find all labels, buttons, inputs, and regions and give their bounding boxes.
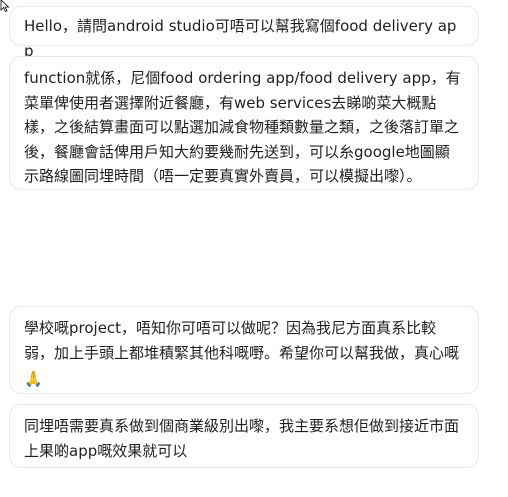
message-text: 學校嘅project，唔知你可唔可以做呢？因為我尼方面真系比較弱，加上手頭上都堆… <box>24 319 460 362</box>
folded-hands-emoji: 🙏 <box>24 370 43 388</box>
chat-message: 學校嘅project，唔知你可唔可以做呢？因為我尼方面真系比較弱，加上手頭上都堆… <box>9 306 479 394</box>
chat-message: 同埋唔需要真系做到個商業級別出嚟，我主要系想佢做到接近市面上果啲app嘅效果就可… <box>9 404 479 468</box>
chat-message: Hello，請問android studio可唔可以幫我寫個food deliv… <box>9 6 479 60</box>
chat-message: function就係，尼個food ordering app/food deli… <box>9 56 479 190</box>
message-text: Hello，請問android studio可唔可以幫我寫個food deliv… <box>24 17 457 60</box>
message-text: 同埋唔需要真系做到個商業級別出嚟，我主要系想佢做到接近市面上果啲app嘅效果就可… <box>24 417 460 460</box>
message-text: function就係，尼個food ordering app/food deli… <box>24 69 461 185</box>
